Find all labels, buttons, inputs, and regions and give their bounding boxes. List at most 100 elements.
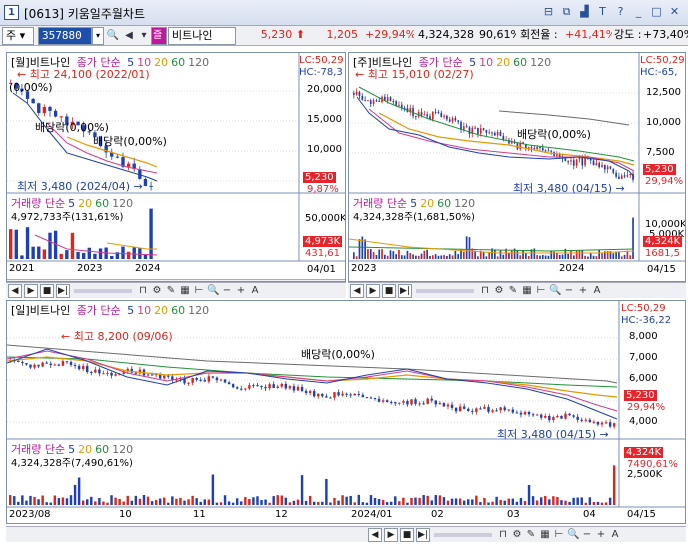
search-icon[interactable]: 🔍 xyxy=(105,28,121,44)
speaker-icon[interactable]: ◀ xyxy=(121,28,137,44)
volume-bar xyxy=(442,497,446,505)
volume-bar xyxy=(94,501,97,505)
candle xyxy=(623,175,626,177)
zoom-slider[interactable] xyxy=(416,289,474,293)
close-icon[interactable]: ✕ xyxy=(667,4,682,20)
text-icon[interactable]: A xyxy=(249,284,261,298)
candle xyxy=(488,132,491,134)
chart-type-icon[interactable]: ⊓ xyxy=(137,284,149,298)
minus-icon[interactable]: − xyxy=(221,284,233,298)
text-icon[interactable]: A xyxy=(591,284,603,298)
crosshair-icon[interactable]: ⊢ xyxy=(535,284,547,298)
stock-code-input[interactable]: 357880 xyxy=(38,27,92,45)
volume-bar xyxy=(468,237,471,259)
candle xyxy=(361,96,364,101)
maximize-icon[interactable]: □ xyxy=(649,4,664,20)
zoom-icon[interactable]: 🔍 xyxy=(207,284,219,298)
candle xyxy=(575,159,578,166)
minimize-icon[interactable]: _ xyxy=(631,4,646,20)
volume-bar xyxy=(578,250,581,259)
candle xyxy=(440,112,443,118)
scroll-right-button[interactable]: ▶ xyxy=(366,284,380,298)
scroll-right-button[interactable]: ▶ xyxy=(24,284,38,298)
plus-icon[interactable]: + xyxy=(577,284,589,298)
price-change: 1,205 xyxy=(326,28,359,41)
scroll-end-button[interactable]: ▶| xyxy=(416,528,430,542)
help-icon[interactable]: ? xyxy=(613,4,628,20)
volume-bar xyxy=(321,501,324,505)
minus-icon[interactable]: − xyxy=(563,284,575,298)
volume-bar xyxy=(410,498,413,505)
scroll-end-button[interactable]: ▶| xyxy=(56,284,70,298)
volume-bar xyxy=(292,500,296,505)
market-select[interactable]: 주 ▾ xyxy=(2,27,34,45)
zoom-slider[interactable] xyxy=(74,289,132,293)
volume-bar xyxy=(576,497,579,505)
gear-icon[interactable]: ⚙ xyxy=(493,284,505,298)
candle xyxy=(443,115,445,118)
candle xyxy=(592,160,595,166)
up-arrow-icon: ⬆ xyxy=(295,28,305,41)
grid-icon[interactable]: ▦ xyxy=(521,284,533,298)
gear-icon[interactable]: ⚙ xyxy=(511,528,523,542)
stop-button[interactable]: ■ xyxy=(400,528,414,542)
draw-icon[interactable]: ✎ xyxy=(525,528,537,542)
chart-type-icon[interactable]: ⊓ xyxy=(479,284,491,298)
monthly-dividend-label-2: 배당락(0,00%) xyxy=(93,135,167,148)
candle xyxy=(507,409,510,411)
stop-button[interactable]: ■ xyxy=(40,284,54,298)
volume-bar xyxy=(163,497,166,505)
crosshair-icon[interactable]: ⊢ xyxy=(193,284,205,298)
gear-icon[interactable]: ⚙ xyxy=(151,284,163,298)
dropdown-icon[interactable]: ▾ xyxy=(136,28,152,44)
volume-bar xyxy=(400,255,403,259)
grid-icon[interactable]: ▦ xyxy=(539,528,551,542)
stop-button[interactable]: ■ xyxy=(382,284,396,298)
candle xyxy=(86,365,89,372)
candle xyxy=(308,391,312,393)
candle xyxy=(211,376,215,378)
candle xyxy=(482,128,485,130)
crosshair-icon[interactable]: ⊢ xyxy=(553,528,565,542)
volume-bar xyxy=(446,255,448,259)
volume-bar xyxy=(146,496,150,505)
scroll-left-button[interactable]: ◀ xyxy=(8,284,22,298)
minus-icon[interactable]: − xyxy=(581,528,593,542)
candle xyxy=(477,127,479,134)
zoom-slider[interactable] xyxy=(434,533,492,537)
chart-type-icon[interactable]: ⊓ xyxy=(497,528,509,542)
weekly-xtick: 2023 xyxy=(351,263,377,274)
grid-icon[interactable]: ▦ xyxy=(179,284,191,298)
copy-window-icon[interactable]: ⧉ xyxy=(559,4,574,20)
scroll-right-button[interactable]: ▶ xyxy=(384,528,398,542)
candle xyxy=(541,147,544,151)
volume-bar xyxy=(499,250,502,259)
font-size-icon[interactable]: T xyxy=(595,4,610,20)
plus-icon[interactable]: + xyxy=(235,284,247,298)
candle xyxy=(288,386,292,389)
volume-bar xyxy=(386,255,389,259)
candle xyxy=(57,364,61,366)
candle xyxy=(163,375,166,379)
scroll-left-button[interactable]: ◀ xyxy=(350,284,364,298)
plus-icon[interactable]: + xyxy=(595,528,607,542)
draw-icon[interactable]: ✎ xyxy=(165,284,177,298)
text-icon[interactable]: A xyxy=(609,528,621,542)
link-icon[interactable]: ⊟ xyxy=(541,4,556,20)
zoom-icon[interactable]: 🔍 xyxy=(567,528,579,542)
candle xyxy=(369,100,372,104)
volume-bar xyxy=(337,500,340,505)
scroll-end-button[interactable]: ▶| xyxy=(398,284,412,298)
volume-bar xyxy=(580,497,583,505)
code-dropdown-icon[interactable]: ▾ xyxy=(92,27,104,45)
scroll-left-button[interactable]: ◀ xyxy=(368,528,382,542)
volume-bar xyxy=(272,496,275,505)
candle xyxy=(42,106,47,113)
volume-bar xyxy=(434,495,438,505)
volume-bar xyxy=(381,249,383,259)
weekly-hc: HC:-65, xyxy=(640,67,678,78)
draw-icon[interactable]: ✎ xyxy=(507,284,519,298)
zoom-icon[interactable]: 🔍 xyxy=(549,284,561,298)
pin-icon[interactable]: ▟ xyxy=(577,4,592,20)
candle xyxy=(244,388,247,390)
